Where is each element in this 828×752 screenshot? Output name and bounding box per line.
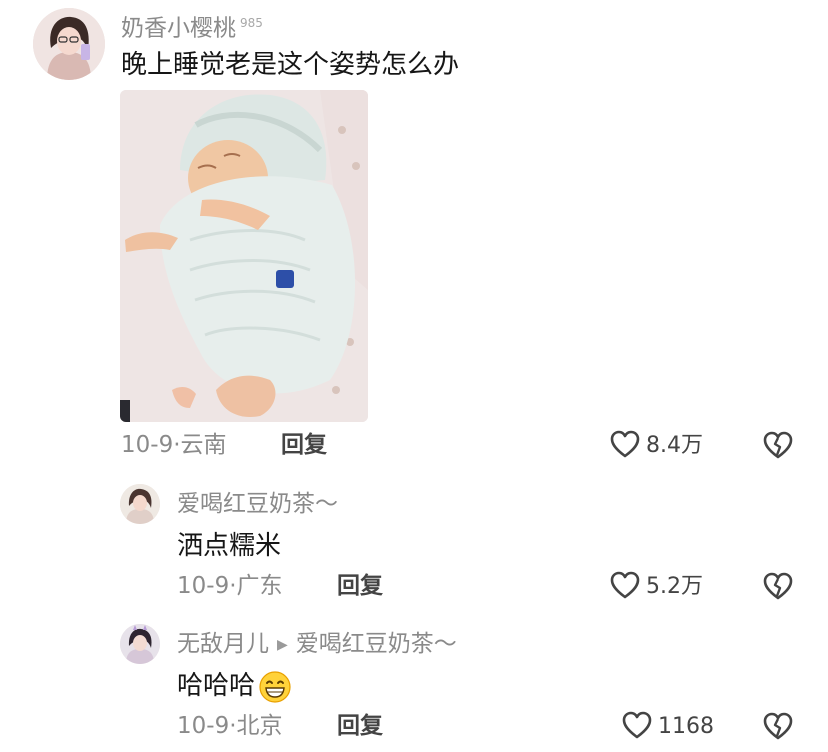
meta-separator: · [229, 573, 237, 599]
broken-heart-icon [763, 712, 793, 744]
reply-button[interactable]: 回复 [337, 571, 383, 601]
triangle-right-icon: ▶ [277, 636, 288, 653]
reply-comment-2: 无敌月儿 ▶ 爱喝红豆奶茶～ 哈哈哈 10-9·北京 回复 1168 [0, 610, 828, 752]
meta-separator: · [229, 713, 237, 739]
like-count: 8.4万 [646, 433, 703, 458]
like-count: 5.2万 [646, 574, 703, 599]
username-line: 无敌月儿 ▶ 爱喝红豆奶茶～ [177, 629, 457, 660]
comment-meta: 10-9·广东 [177, 571, 283, 601]
comment-text: 洒点糯米 [177, 531, 282, 561]
comment-meta: 10-9·北京 [177, 711, 283, 741]
reply-button[interactable]: 回复 [281, 430, 327, 460]
meta-separator: · [173, 432, 181, 458]
dislike-button[interactable] [763, 712, 793, 744]
dislike-button[interactable] [763, 572, 793, 604]
comment-text-line: 哈哈哈 [177, 669, 291, 703]
avatar[interactable] [120, 484, 160, 524]
comment-meta: 10-9·云南 [121, 430, 227, 460]
username[interactable]: 奶香小樱桃 985 [121, 8, 263, 44]
like-count: 1168 [658, 714, 714, 739]
comment-photo[interactable] [120, 90, 368, 422]
reply-comment-1: 爱喝红豆奶茶～ 洒点糯米 10-9·广东 回复 5.2万 [0, 470, 828, 610]
comment-text: 哈哈哈 [177, 671, 256, 701]
username[interactable]: 无敌月儿 [177, 631, 269, 657]
heart-outline-icon [610, 430, 640, 462]
comment-text: 晚上睡觉老是这个姿势怎么办 [121, 50, 460, 80]
comment-date: 10-9 [121, 432, 174, 458]
heart-outline-icon [622, 711, 652, 743]
heart-outline-icon [610, 571, 640, 603]
comment-date: 10-9 [177, 713, 230, 739]
comment-date: 10-9 [177, 573, 230, 599]
level-badge: 985 [240, 16, 263, 30]
username[interactable]: 爱喝红豆奶茶～ [177, 489, 338, 519]
username-text: 奶香小樱桃 [121, 15, 236, 42]
like-button[interactable]: 8.4万 [610, 430, 703, 462]
comment-location: 广东 [236, 573, 283, 599]
comment-location: 云南 [180, 432, 227, 458]
like-button[interactable]: 5.2万 [610, 571, 703, 603]
like-button[interactable]: 1168 [622, 711, 714, 743]
comment-location: 北京 [236, 713, 283, 739]
reply-to-username[interactable]: 爱喝红豆奶茶～ [296, 631, 457, 657]
broken-heart-icon [763, 572, 793, 604]
grinning-face-emoji [259, 670, 291, 703]
broken-heart-icon [763, 431, 793, 463]
avatar[interactable] [33, 8, 105, 80]
comment-1: 奶香小樱桃 985 晚上睡觉老是这个姿势怎么办 10-9·云南 回复 8.4万 [0, 0, 828, 470]
dislike-button[interactable] [763, 431, 793, 463]
avatar[interactable] [120, 624, 160, 664]
reply-button[interactable]: 回复 [337, 711, 383, 741]
